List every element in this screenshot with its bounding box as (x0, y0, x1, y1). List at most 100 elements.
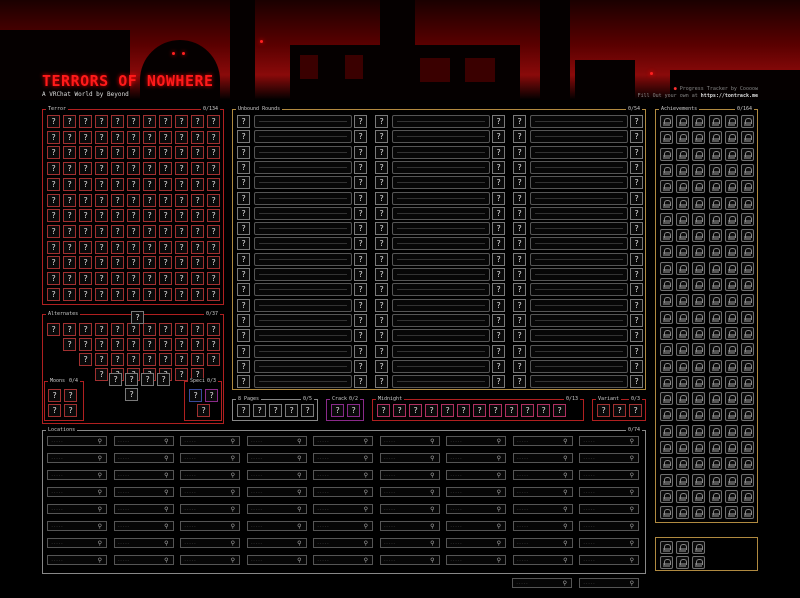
round-bar[interactable] (254, 313, 352, 327)
unknown-slot[interactable]: ? (95, 209, 108, 223)
unknown-slot[interactable]: ? (159, 272, 172, 285)
achievement-lock-icon[interactable] (660, 392, 673, 406)
round-bar[interactable] (530, 344, 628, 358)
unknown-slot[interactable]: ? (513, 176, 526, 190)
unknown-slot[interactable]: ? (95, 240, 108, 254)
unknown-slot[interactable]: ? (354, 252, 367, 266)
achievement-lock-icon[interactable] (708, 424, 722, 438)
unknown-slot[interactable]: ? (159, 115, 172, 128)
unknown-slot[interactable]: ? (143, 193, 156, 207)
achievement-lock-icon[interactable] (692, 163, 706, 177)
unknown-slot[interactable]: ? (630, 298, 643, 312)
unknown-slot[interactable]: ? (191, 323, 204, 336)
achievement-lock-icon[interactable] (741, 359, 754, 373)
unknown-slot[interactable]: ? (47, 240, 60, 254)
location-slot[interactable]: ----- ⚲ (180, 538, 240, 548)
unknown-slot[interactable]: ? (237, 130, 250, 144)
unknown-slot[interactable]: ? (191, 209, 204, 223)
unknown-slot[interactable]: ? (175, 130, 188, 144)
achievement-lock-icon[interactable] (676, 115, 690, 128)
achievement-lock-icon[interactable] (724, 115, 738, 128)
achievement-lock-icon[interactable] (724, 212, 738, 226)
achievement-lock-icon[interactable] (708, 294, 722, 308)
unknown-slot[interactable]: ? (143, 177, 156, 191)
round-bar[interactable] (392, 298, 490, 312)
unknown-slot[interactable]: ? (375, 176, 388, 190)
achievement-lock-icon[interactable] (660, 343, 673, 357)
unknown-slot[interactable]: ? (492, 344, 505, 358)
unknown-slot[interactable]: ? (175, 209, 188, 223)
achievement-lock-icon[interactable] (676, 457, 690, 471)
unknown-slot[interactable]: ? (111, 209, 124, 223)
unknown-slot[interactable]: ? (79, 146, 92, 160)
achievement-lock-icon[interactable] (676, 359, 690, 373)
location-slot[interactable]: ----- ⚲ (246, 453, 307, 463)
achievement-lock-icon[interactable] (724, 131, 738, 145)
round-bar[interactable] (392, 145, 490, 159)
unknown-slot[interactable]: ? (537, 404, 550, 417)
location-slot[interactable]: ----- ⚲ (379, 453, 440, 463)
unknown-slot[interactable]: ? (47, 115, 60, 128)
unknown-slot[interactable]: ? (191, 353, 204, 366)
achievement-lock-icon[interactable] (676, 424, 690, 438)
unknown-slot[interactable]: ? (189, 389, 202, 402)
unknown-slot[interactable]: ? (197, 404, 210, 417)
achievement-lock-icon[interactable] (676, 392, 690, 406)
unknown-slot[interactable]: ? (513, 145, 526, 159)
achievement-lock-icon[interactable] (660, 163, 673, 177)
unknown-slot[interactable]: ? (597, 404, 610, 417)
unknown-slot[interactable]: ? (630, 313, 643, 327)
location-slot[interactable]: ----- ⚲ (313, 538, 373, 548)
achievement-lock-icon[interactable] (708, 310, 722, 324)
achievement-lock-icon[interactable] (660, 147, 673, 161)
achievement-lock-icon[interactable] (692, 541, 706, 554)
achievement-lock-icon[interactable] (724, 489, 738, 503)
achievement-lock-icon[interactable] (692, 147, 706, 161)
unknown-slot[interactable]: ? (492, 206, 505, 220)
achievement-lock-icon[interactable] (708, 343, 722, 357)
achievement-lock-icon[interactable] (660, 457, 673, 471)
unknown-slot[interactable]: ? (630, 329, 643, 343)
unknown-slot[interactable]: ? (63, 162, 76, 176)
achievement-lock-icon[interactable] (676, 147, 690, 161)
unknown-slot[interactable]: ? (237, 404, 250, 417)
unknown-slot[interactable]: ? (95, 287, 108, 301)
unknown-slot[interactable]: ? (207, 240, 220, 254)
achievement-lock-icon[interactable] (708, 375, 722, 389)
location-slot[interactable]: ----- ⚲ (379, 470, 440, 480)
achievement-lock-icon[interactable] (724, 147, 738, 161)
unknown-slot[interactable]: ? (375, 160, 388, 174)
unknown-slot[interactable]: ? (375, 222, 388, 236)
unknown-slot[interactable]: ? (207, 224, 220, 238)
round-bar[interactable] (254, 283, 352, 297)
unknown-slot[interactable]: ? (79, 177, 92, 191)
unknown-slot[interactable]: ? (630, 191, 643, 205)
unknown-slot[interactable]: ? (47, 272, 60, 285)
achievement-lock-icon[interactable] (741, 408, 754, 422)
unknown-slot[interactable]: ? (127, 287, 140, 301)
unknown-slot[interactable]: ? (159, 193, 172, 207)
unknown-slot[interactable]: ? (492, 268, 505, 281)
achievement-lock-icon[interactable] (741, 310, 754, 324)
unknown-slot[interactable]: ? (157, 373, 170, 386)
unknown-slot[interactable]: ? (111, 323, 124, 336)
round-bar[interactable] (530, 160, 628, 174)
unknown-slot[interactable]: ? (111, 256, 124, 270)
round-bar[interactable] (254, 115, 352, 128)
round-bar[interactable] (392, 359, 490, 373)
achievement-lock-icon[interactable] (741, 375, 754, 389)
achievement-lock-icon[interactable] (660, 180, 673, 194)
unknown-slot[interactable]: ? (131, 311, 144, 324)
unknown-slot[interactable]: ? (513, 268, 526, 281)
unknown-slot[interactable]: ? (425, 404, 438, 417)
achievement-lock-icon[interactable] (676, 506, 690, 520)
achievement-lock-icon[interactable] (724, 343, 738, 357)
unknown-slot[interactable]: ? (207, 209, 220, 223)
unknown-slot[interactable]: ? (95, 353, 108, 366)
unknown-slot[interactable]: ? (191, 177, 204, 191)
achievement-lock-icon[interactable] (724, 375, 738, 389)
achievement-lock-icon[interactable] (724, 196, 738, 210)
location-slot[interactable]: ----- ⚲ (47, 453, 107, 463)
unknown-slot[interactable]: ? (47, 287, 60, 301)
unknown-slot[interactable]: ? (79, 240, 92, 254)
